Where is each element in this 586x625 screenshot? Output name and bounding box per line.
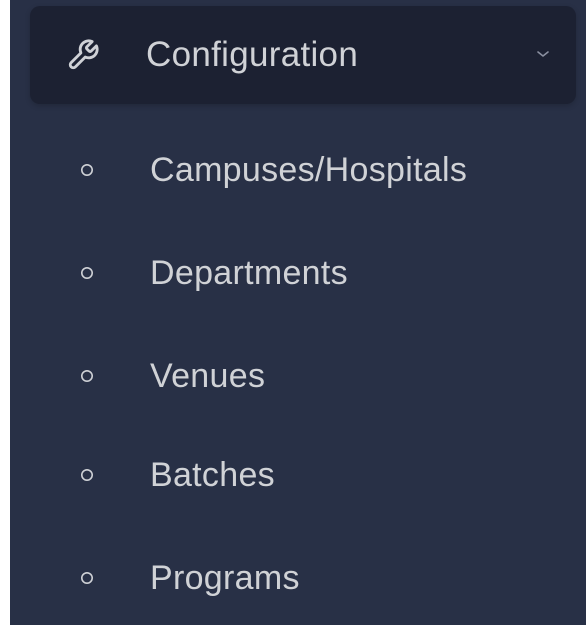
circle-icon: [81, 572, 93, 584]
sidebar-item-label: Programs: [150, 559, 300, 597]
circle-icon: [81, 267, 93, 279]
sidebar-item-label: Campuses/Hospitals: [150, 151, 468, 189]
circle-icon: [81, 164, 93, 176]
sidebar: Configuration Campuses/Hospitals Departm…: [10, 0, 586, 625]
sidebar-group-label: Configuration: [146, 35, 359, 74]
circle-icon: [81, 469, 93, 481]
sidebar-item-departments[interactable]: Departments: [72, 244, 572, 304]
sidebar-group-configuration[interactable]: Configuration: [30, 6, 576, 104]
sidebar-item-campuses-hospitals[interactable]: Campuses/Hospitals: [72, 141, 572, 201]
wrench-icon: [68, 39, 99, 70]
circle-icon: [81, 370, 93, 382]
sidebar-item-label: Batches: [150, 456, 275, 494]
sidebar-item-venues[interactable]: Venues: [72, 347, 572, 407]
sidebar-item-label: Departments: [150, 254, 348, 292]
sidebar-item-programs[interactable]: Programs: [72, 549, 572, 609]
sidebar-item-batches[interactable]: Batches: [72, 446, 572, 506]
chevron-down-icon[interactable]: [536, 49, 550, 59]
sidebar-item-label: Venues: [150, 357, 266, 395]
